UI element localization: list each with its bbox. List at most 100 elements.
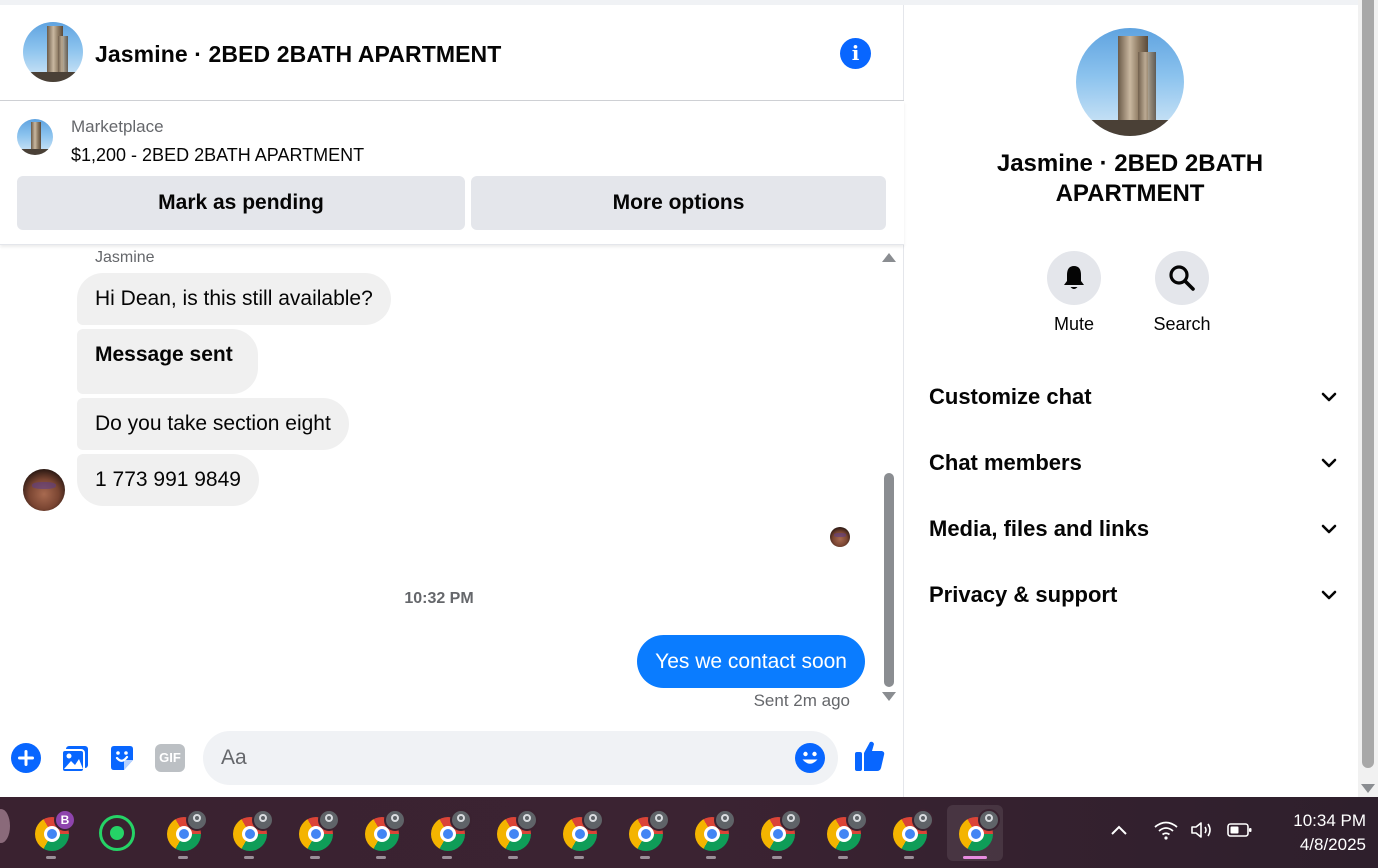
taskbar-whatsapp[interactable] xyxy=(89,805,145,861)
taskbar-chrome-window[interactable] xyxy=(155,805,211,861)
message-composer: GIF xyxy=(0,717,904,797)
mark-as-pending-button[interactable]: Mark as pending xyxy=(17,176,465,230)
chat-header: Jasmine · 2BED 2BATH APARTMENT i xyxy=(0,5,904,101)
running-indicator xyxy=(772,856,782,859)
running-indicator xyxy=(178,856,188,859)
privacy-support-section[interactable]: Privacy & support xyxy=(929,570,1339,620)
chevron-down-icon[interactable] xyxy=(1319,387,1339,407)
window-scroll-thumb[interactable] xyxy=(1362,0,1374,768)
taskbar-chrome-window[interactable] xyxy=(221,805,277,861)
window-scroll-down-icon[interactable] xyxy=(1361,784,1375,793)
battery-icon[interactable] xyxy=(1227,822,1253,838)
chevron-down-icon[interactable] xyxy=(1319,519,1339,539)
taskbar-chrome-window-active[interactable] xyxy=(947,805,1003,861)
conversation-avatar[interactable] xyxy=(23,22,83,82)
whatsapp-icon xyxy=(99,815,135,851)
running-indicator xyxy=(46,856,56,859)
thumbs-up-icon[interactable] xyxy=(853,739,887,773)
search-label: Search xyxy=(1153,314,1211,334)
taskbar-chrome-window[interactable] xyxy=(881,805,937,861)
sticker-icon[interactable] xyxy=(107,743,137,773)
media-files-links-section[interactable]: Media, files and links xyxy=(929,504,1339,554)
gif-icon[interactable]: GIF xyxy=(155,744,185,772)
profile-icon xyxy=(648,809,670,831)
bell-icon[interactable] xyxy=(1047,251,1101,305)
taskbar-chrome-window[interactable] xyxy=(749,805,805,861)
taskbar-chrome-window[interactable] xyxy=(551,805,607,861)
search-action[interactable]: Search xyxy=(1137,251,1227,335)
panel-conversation-name: Jasmine · 2BED 2BATH APARTMENT xyxy=(996,150,1264,207)
listing-price-title[interactable]: $1,200 - 2BED 2BATH APARTMENT xyxy=(71,145,364,166)
customize-chat-section[interactable]: Customize chat xyxy=(929,372,1339,422)
mute-action[interactable]: Mute xyxy=(1029,251,1119,335)
section-label: Chat members xyxy=(929,450,1082,475)
sent-status: Sent 2m ago xyxy=(753,691,850,710)
conversation-info-panel: Jasmine · 2BED 2BATH APARTMENT Mute Sear… xyxy=(905,5,1358,797)
message-scroll-thumb[interactable] xyxy=(884,473,894,687)
running-indicator xyxy=(508,856,518,859)
taskbar-chrome-window[interactable] xyxy=(683,805,739,861)
photo-icon[interactable] xyxy=(60,743,90,773)
sender-avatar[interactable] xyxy=(23,469,65,511)
panel-avatar[interactable] xyxy=(1076,28,1184,136)
chat-column: Jasmine · 2BED 2BATH APARTMENT i Marketp… xyxy=(0,5,904,797)
profile-icon xyxy=(186,809,208,831)
scroll-down-arrow-icon[interactable] xyxy=(882,692,896,701)
message-input-container xyxy=(203,731,838,785)
wifi-icon[interactable] xyxy=(1153,820,1179,840)
taskbar-chrome-window[interactable] xyxy=(617,805,673,861)
profile-icon xyxy=(714,809,736,831)
message-timestamp: 10:32 PM xyxy=(404,590,474,607)
chevron-up-icon[interactable] xyxy=(1109,823,1129,837)
emoji-icon[interactable] xyxy=(795,743,825,773)
read-receipt-avatar xyxy=(830,527,850,547)
chat-members-section[interactable]: Chat members xyxy=(929,438,1339,488)
clock-time: 10:34 PM xyxy=(1293,811,1366,830)
profile-icon xyxy=(252,809,274,831)
incoming-message[interactable]: Do you take section eight xyxy=(77,398,349,450)
incoming-message[interactable]: 1 773 991 9849 xyxy=(77,454,259,506)
incoming-message[interactable]: Message sent xyxy=(77,329,258,394)
taskbar-chrome-window[interactable] xyxy=(287,805,343,861)
profile-icon xyxy=(516,809,538,831)
more-options-button[interactable]: More options xyxy=(471,176,886,230)
chevron-down-icon[interactable] xyxy=(1319,585,1339,605)
search-icon[interactable] xyxy=(1155,251,1209,305)
taskbar-chrome-window[interactable] xyxy=(353,805,409,861)
info-icon[interactable]: i xyxy=(840,38,871,69)
scroll-up-arrow-icon[interactable] xyxy=(882,253,896,262)
outgoing-message[interactable]: Yes we contact soon xyxy=(637,635,865,688)
mute-label: Mute xyxy=(1053,314,1095,334)
marketplace-listing-banner: Marketplace $1,200 - 2BED 2BATH APARTMEN… xyxy=(0,101,904,245)
incoming-message[interactable]: Hi Dean, is this still available? xyxy=(77,273,391,325)
section-label: Privacy & support xyxy=(929,582,1118,607)
conversation-title[interactable]: Jasmine · 2BED 2BATH APARTMENT xyxy=(95,41,501,68)
running-indicator xyxy=(640,856,650,859)
taskbar-chrome-window[interactable] xyxy=(815,805,871,861)
running-indicator xyxy=(310,856,320,859)
chevron-down-icon[interactable] xyxy=(1319,453,1339,473)
profile-icon xyxy=(450,809,472,831)
plus-icon[interactable] xyxy=(11,743,41,773)
running-indicator xyxy=(904,856,914,859)
profile-icon xyxy=(846,809,868,831)
running-indicator xyxy=(442,856,452,859)
profile-badge: B xyxy=(54,809,76,831)
volume-icon[interactable] xyxy=(1190,820,1216,840)
system-clock[interactable]: 10:34 PM 4/8/2025 xyxy=(1262,809,1366,857)
listing-thumbnail[interactable] xyxy=(17,119,53,155)
cut-off-app-icon[interactable] xyxy=(0,809,10,843)
taskbar-chrome-profile-b[interactable]: B xyxy=(23,805,79,861)
listing-source-label: Marketplace xyxy=(71,117,164,136)
running-indicator xyxy=(838,856,848,859)
window-scrollbar[interactable] xyxy=(1358,0,1378,797)
profile-icon xyxy=(384,809,406,831)
taskbar-chrome-window[interactable] xyxy=(419,805,475,861)
running-indicator xyxy=(706,856,716,859)
running-indicator xyxy=(963,856,987,859)
message-list: Jasmine Hi Dean, is this still available… xyxy=(0,245,878,713)
clock-date: 4/8/2025 xyxy=(1299,835,1366,854)
taskbar: B 10:34 PM 4/8/2025 xyxy=(0,797,1378,868)
message-input[interactable] xyxy=(221,731,781,785)
taskbar-chrome-window[interactable] xyxy=(485,805,541,861)
